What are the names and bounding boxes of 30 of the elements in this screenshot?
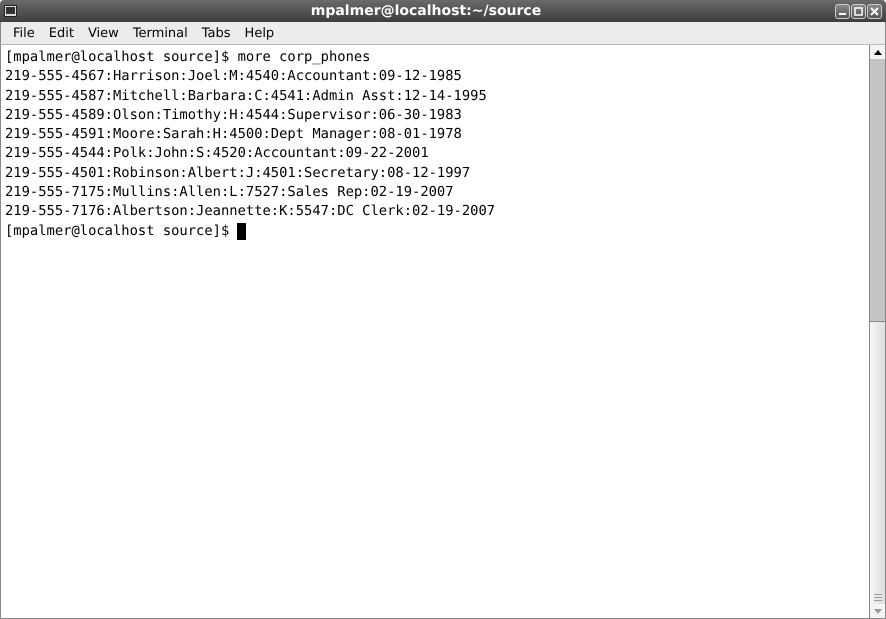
terminal-line: 219-555-4591:Moore:Sarah:H:4500:Dept Manager:08-01-1978 — [5, 126, 462, 142]
terminal-icon — [4, 5, 17, 17]
minimize-icon — [839, 12, 846, 14]
menu-item[interactable]: Edit — [42, 24, 80, 42]
terminal-line: [mpalmer@localhost source]$ more corp_phones — [5, 49, 370, 65]
close-button[interactable] — [867, 4, 882, 18]
maximize-button[interactable] — [851, 4, 866, 18]
down-arrow-icon[interactable] — [874, 608, 882, 614]
menu-item[interactable]: Help — [238, 24, 280, 42]
terminal-line: 219-555-7176:Albertson:Jeannette:K:5547:DC Clerk:02-19-2007 — [5, 203, 496, 220]
maximize-icon — [854, 6, 863, 16]
text-cursor — [237, 222, 246, 240]
terminal-line: 219-555-4587:Mitchell:Barbara:C:4541:Admin Asst:12-14-1995 — [5, 88, 487, 104]
terminal-line: 219-555-4544:Polk:John:S:4520:Accountant:09-22-2001 — [5, 145, 429, 162]
window-title: mpalmer@localhost:~/source — [310, 3, 542, 19]
shell-prompt: [mpalmer@localhost source]$ — [5, 222, 230, 241]
terminal-line: 219-555-4567:Harrison:Joel:M:4540:Accountant:09-12-1985 — [5, 68, 462, 84]
grip-icon — [874, 594, 882, 601]
terminal-line: 219-555-4501:Robinson:Albert:J:4501:Secretary:08-12-1997 — [5, 164, 470, 181]
menu-item[interactable]: Tabs — [196, 24, 237, 42]
scrollbar-thumb[interactable] — [870, 59, 885, 322]
menu-item[interactable]: File — [7, 24, 41, 42]
menu-item[interactable]: Terminal — [126, 24, 194, 42]
up-arrow-icon[interactable] — [874, 50, 882, 54]
menu-item[interactable]: View — [82, 24, 125, 42]
terminal-line: 219-555-4589:Olson:Timothy:H:4544:Supervisor:06-30-1983 — [5, 106, 462, 123]
minimize-button[interactable] — [835, 4, 850, 18]
close-icon — [870, 6, 879, 16]
scrollbar[interactable] — [869, 45, 885, 618]
terminal-line: 219-555-7175:Mullins:Allen:L:7527:Sales Rep:02-19-2007 — [5, 184, 454, 200]
